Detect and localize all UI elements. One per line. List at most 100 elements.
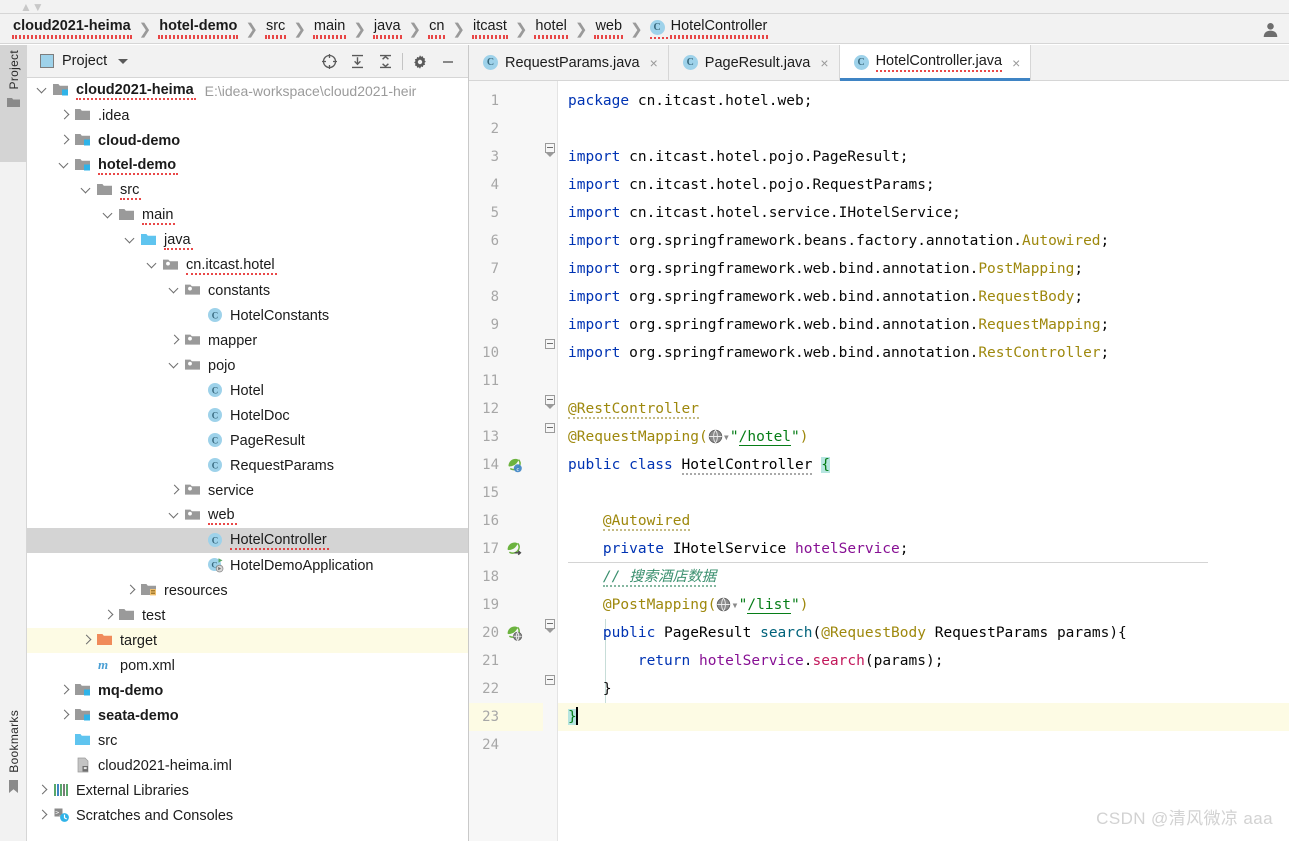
fold-region-method[interactable] (545, 619, 556, 633)
hide-panel-icon[interactable] (434, 49, 462, 75)
code-line[interactable]: @PostMapping(▾"/list") (558, 591, 1289, 619)
code-line[interactable]: } (558, 675, 1289, 703)
code-line[interactable]: package cn.itcast.hotel.web; (558, 87, 1289, 115)
editor-gutter[interactable]: 1 2 3 4 5 6 7 8 9 10 11 12 13 14 c 15 16 17 18 19 20 21 22 23 24 (469, 81, 543, 841)
tree-row[interactable]: C HotelDemoApplication (27, 553, 468, 578)
breadcrumb-item-hotel-demo[interactable]: hotel-demo (158, 18, 239, 39)
gutter-line[interactable]: 7 (469, 255, 543, 283)
gutter-line[interactable]: 6 (469, 227, 543, 255)
tree-row[interactable]: constants (27, 278, 468, 303)
settings-gear-icon[interactable] (406, 49, 434, 75)
gutter-line[interactable]: 11 (469, 367, 543, 395)
tree-row[interactable]: C PageResult (27, 428, 468, 453)
chevron-right-icon[interactable] (59, 684, 72, 697)
fold-region-imports[interactable] (545, 143, 556, 157)
code-line[interactable]: return hotelService.search(params); (558, 647, 1289, 675)
breadcrumb-item-main[interactable]: main (312, 18, 347, 39)
tree-row[interactable]: cloud2021-heima E:\idea-workspace\cloud20… (27, 78, 468, 103)
gutter-line[interactable]: 5 (469, 199, 543, 227)
code-line[interactable]: import cn.itcast.hotel.pojo.PageResult; (558, 143, 1289, 171)
tree-row[interactable]: C Hotel (27, 378, 468, 403)
code-line[interactable]: } (558, 703, 1289, 731)
gutter-line[interactable]: 9 (469, 311, 543, 339)
code-line[interactable]: public PageResult search(@RequestBody Re… (558, 619, 1289, 647)
tree-row[interactable]: cn.itcast.hotel (27, 253, 468, 278)
chevron-down-icon[interactable] (169, 509, 182, 522)
chevron-right-icon[interactable] (37, 809, 50, 822)
chevron-right-icon[interactable] (59, 709, 72, 722)
code-line[interactable]: @Autowired (558, 507, 1289, 535)
code-line[interactable] (558, 479, 1289, 507)
gutter-line[interactable]: 21 (469, 647, 543, 675)
chevron-right-icon[interactable] (59, 109, 72, 122)
tree-row[interactable]: >_ Scratches and Consoles (27, 803, 468, 828)
tree-row[interactable]: hotel-demo (27, 153, 468, 178)
fold-column[interactable] (543, 81, 557, 841)
gutter-line[interactable]: 16 (469, 507, 543, 535)
chevron-right-icon[interactable] (81, 634, 94, 647)
gutter-line[interactable]: 10 (469, 339, 543, 367)
gutter-line[interactable]: 2 (469, 115, 543, 143)
user-account-icon[interactable] (1257, 14, 1283, 44)
gutter-line[interactable]: 14 c (469, 451, 543, 479)
code-content[interactable]: package cn.itcast.hotel.web; import cn.it… (558, 81, 1289, 841)
gutter-line[interactable]: 23 (469, 703, 543, 731)
code-line[interactable]: import org.springframework.beans.factory… (558, 227, 1289, 255)
tree-row[interactable]: resources (27, 578, 468, 603)
select-opened-file-icon[interactable] (315, 49, 343, 75)
chevron-down-icon[interactable] (59, 159, 72, 172)
tree-row[interactable]: target (27, 628, 468, 653)
fold-region-class-ann[interactable] (545, 395, 556, 409)
code-line[interactable]: import cn.itcast.hotel.pojo.RequestParam… (558, 171, 1289, 199)
tree-row[interactable]: pojo (27, 353, 468, 378)
spring-mapping-gutter-icon[interactable] (505, 624, 523, 642)
chevron-right-icon[interactable] (169, 484, 182, 497)
gutter-line[interactable]: 13 (469, 423, 543, 451)
code-line[interactable]: @RestController (558, 395, 1289, 423)
spring-autowired-gutter-icon[interactable] (505, 540, 523, 558)
chevron-down-icon[interactable] (125, 234, 138, 247)
breadcrumb-item-web[interactable]: web (594, 18, 624, 39)
chevron-down-icon[interactable] (37, 84, 50, 97)
gutter-line[interactable]: 8 (469, 283, 543, 311)
tree-row[interactable]: mq-demo (27, 678, 468, 703)
gutter-line[interactable]: 4 (469, 171, 543, 199)
tree-row[interactable]: C HotelConstants (27, 303, 468, 328)
tree-row-selected[interactable]: C HotelController (27, 528, 468, 553)
gutter-line[interactable]: 22 (469, 675, 543, 703)
tree-row[interactable]: m pom.xml (27, 653, 468, 678)
breadcrumb-item-hotelcontroller[interactable]: C HotelController (649, 18, 769, 39)
tree-row[interactable]: main (27, 203, 468, 228)
tree-row[interactable]: cloud2021-heima.iml (27, 753, 468, 778)
tree-row[interactable]: test (27, 603, 468, 628)
fold-region-imports-end[interactable] (545, 339, 556, 350)
gutter-line[interactable]: 15 (469, 479, 543, 507)
close-icon[interactable]: × (1012, 56, 1020, 70)
chevron-right-icon[interactable] (169, 334, 182, 347)
breadcrumb-item-java[interactable]: java (372, 18, 402, 39)
chevron-down-icon[interactable] (169, 284, 182, 297)
breadcrumb-item-hotel[interactable]: hotel (534, 18, 568, 39)
code-line[interactable]: @RequestMapping(▾"/hotel") (558, 423, 1289, 451)
chevron-down-icon[interactable] (103, 209, 116, 222)
code-line[interactable]: import org.springframework.web.bind.anno… (558, 339, 1289, 367)
tree-row[interactable]: src (27, 728, 468, 753)
fold-region-method-end[interactable] (545, 675, 556, 686)
breadcrumb-item-cloud2021-heima[interactable]: cloud2021-heima (12, 18, 132, 39)
tree-row[interactable]: service (27, 478, 468, 503)
close-icon[interactable]: × (650, 56, 658, 70)
tree-row[interactable]: seata-demo (27, 703, 468, 728)
tool-tab-project[interactable]: Project (0, 45, 27, 162)
gutter-line[interactable]: 19 (469, 591, 543, 619)
chevron-down-icon[interactable] (81, 184, 94, 197)
code-line[interactable]: import cn.itcast.hotel.service.IHotelSer… (558, 199, 1289, 227)
code-line[interactable]: public class HotelController { (558, 451, 1289, 479)
chevron-down-icon[interactable] (169, 359, 182, 372)
chevron-down-icon[interactable] (147, 259, 160, 272)
gutter-line[interactable]: 20 (469, 619, 543, 647)
tree-row[interactable]: External Libraries (27, 778, 468, 803)
gutter-line[interactable]: 17 (469, 535, 543, 563)
tree-row[interactable]: C HotelDoc (27, 403, 468, 428)
chevron-right-icon[interactable] (37, 784, 50, 797)
fold-region-class[interactable] (545, 423, 556, 434)
